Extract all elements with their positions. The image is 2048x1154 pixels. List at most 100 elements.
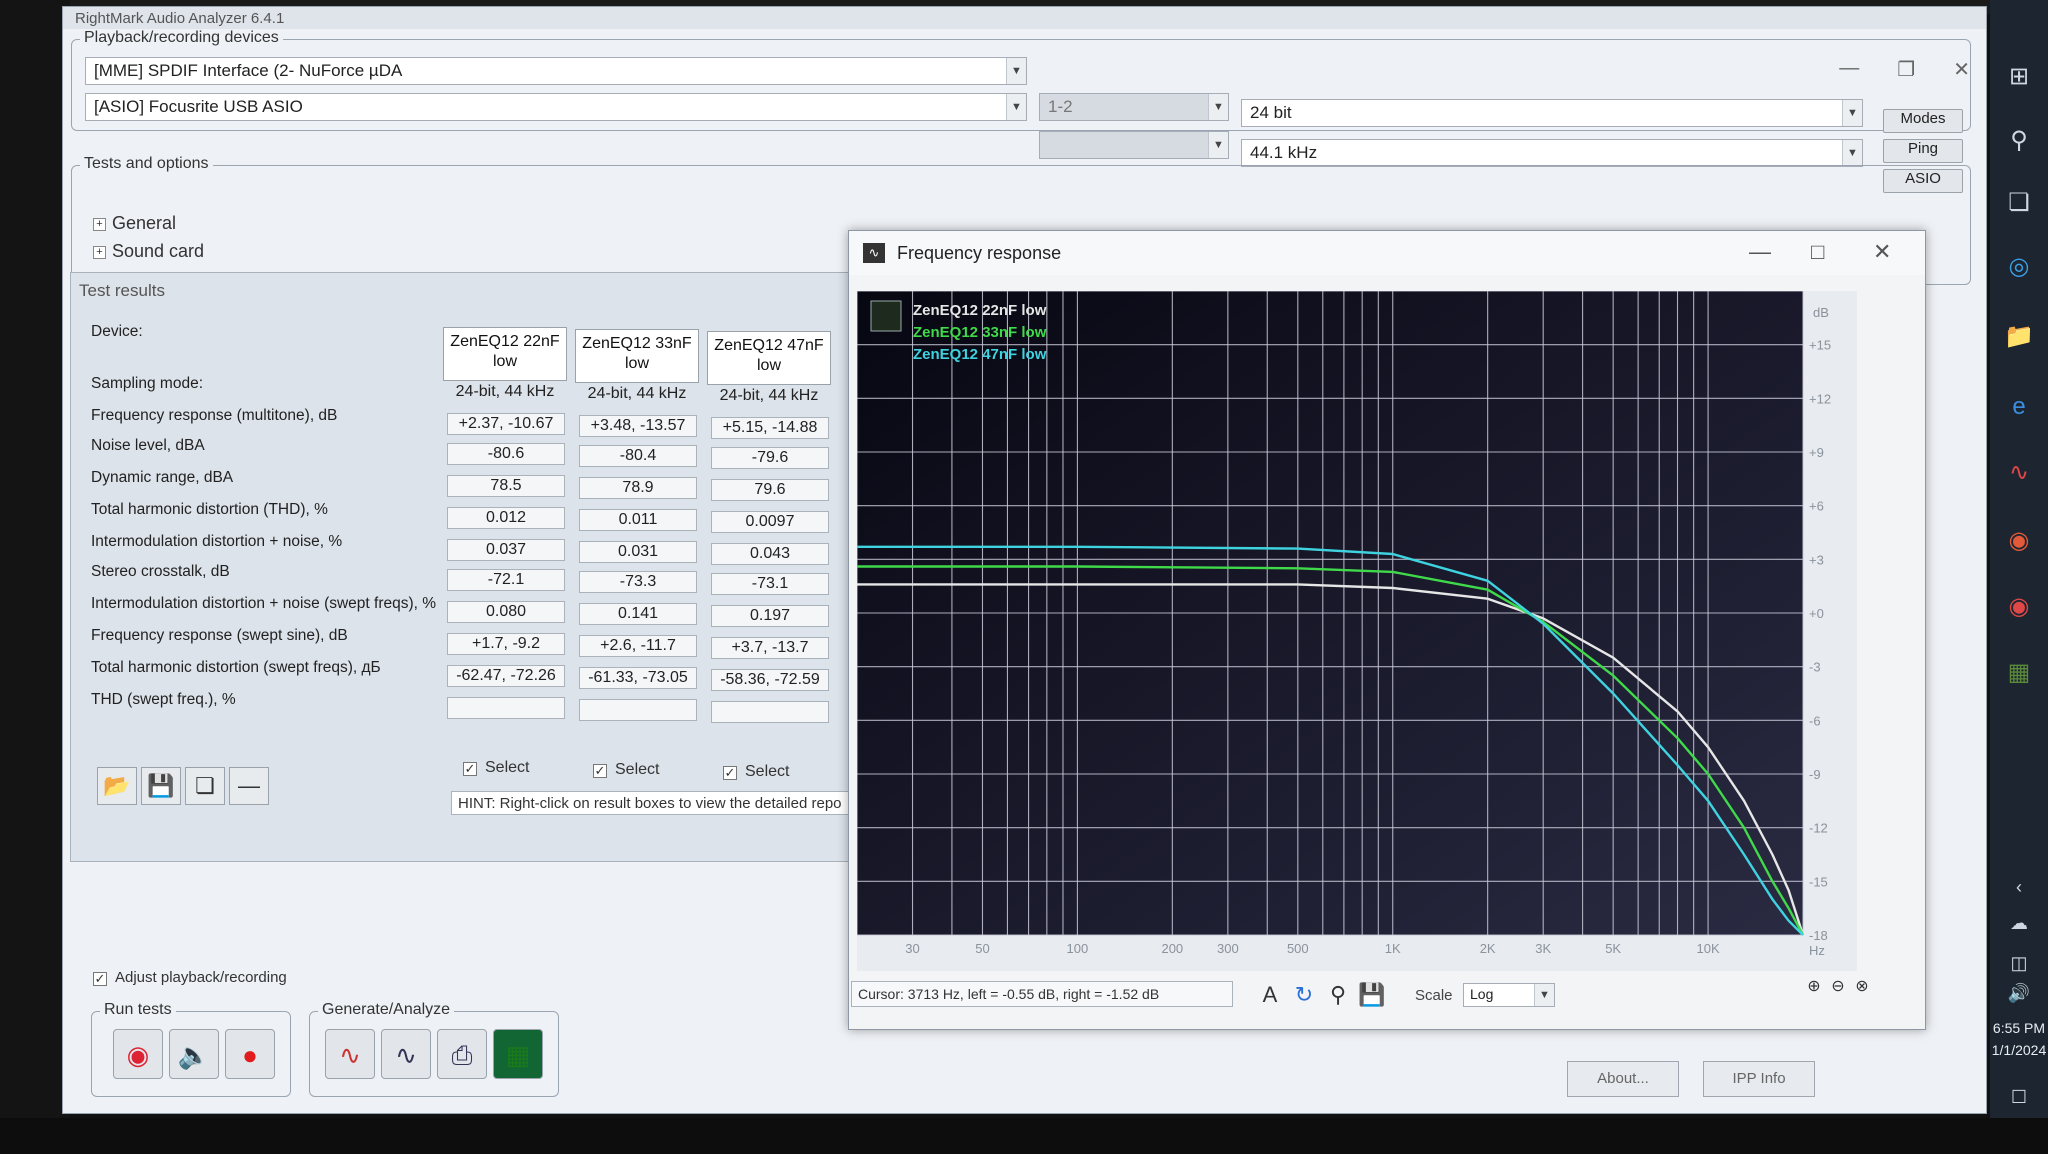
task-view-icon[interactable]: ❏ [2002, 186, 2036, 220]
column-header-47nf[interactable]: ZenEQ12 47nF low [707, 331, 831, 385]
result-cell[interactable]: -62.47, -72.26 [447, 665, 565, 687]
result-cell[interactable]: 0.080 [447, 601, 565, 623]
maximize-icon[interactable]: □ [1811, 239, 1824, 265]
app-icon-2[interactable]: ◉ [2002, 590, 2036, 624]
notification-icon[interactable]: ☐ [2002, 1080, 2036, 1114]
result-cell[interactable]: -79.6 [711, 447, 829, 469]
remove-icon[interactable]: — [229, 767, 269, 805]
column-header-22nf[interactable]: ZenEQ12 22nF low [443, 327, 567, 381]
tree-item-general[interactable]: + General [93, 213, 176, 234]
result-cell[interactable]: 78.5 [447, 475, 565, 497]
file-explorer-icon[interactable]: 📁 [2002, 320, 2036, 354]
test-results-panel: Test results Device: ZenEQ12 22nF low Ze… [70, 272, 871, 862]
result-cell[interactable]: -73.1 [711, 573, 829, 595]
result-cell[interactable]: 0.031 [579, 541, 697, 563]
analyze-signal-button[interactable]: ∿ [381, 1029, 431, 1079]
spectrum-button[interactable]: ▦ [493, 1029, 543, 1079]
result-cell[interactable]: -72.1 [447, 569, 565, 591]
result-cell[interactable]: +2.6, -11.7 [579, 635, 697, 657]
channels-select[interactable]: 1-2 ▼ [1039, 93, 1229, 121]
network-icon[interactable]: ◫ [2002, 946, 2036, 980]
internet-explorer-icon[interactable]: e [2002, 390, 2036, 424]
result-cell[interactable]: 79.6 [711, 479, 829, 501]
select-checkbox-33nf[interactable]: ✓ Select [593, 761, 659, 779]
sample-rate-select[interactable]: 44.1 kHz ▼ [1241, 139, 1863, 167]
result-cell[interactable]: 0.011 [579, 509, 697, 531]
row-label-freq-swept: Frequency response (swept sine), dB [91, 627, 348, 644]
minimize-icon[interactable]: — [1749, 239, 1771, 265]
load-signal-button[interactable]: ⎙ [437, 1029, 487, 1079]
tree-item-sound-card[interactable]: + Sound card [93, 241, 204, 262]
result-cell[interactable]: +5.15, -14.88 [711, 417, 829, 439]
select-label: Select [745, 763, 790, 780]
column-header-33nf[interactable]: ZenEQ12 33nF low [575, 329, 699, 383]
zoom-reset-icon[interactable]: ⊗ [1847, 973, 1877, 1001]
rmaa-taskbar-icon[interactable]: ∿ [2002, 456, 2036, 490]
select-label: Select [615, 761, 660, 778]
run-test-button[interactable]: ◉ [113, 1029, 163, 1079]
result-cell[interactable]: 0.141 [579, 603, 697, 625]
result-cell[interactable]: 0.012 [447, 507, 565, 529]
save-icon[interactable]: 💾 [1357, 981, 1387, 1009]
scale-select[interactable]: Log ▼ [1463, 983, 1555, 1007]
result-cell[interactable]: 0.043 [711, 543, 829, 565]
select-checkbox-22nf[interactable]: ✓ Select [463, 759, 529, 777]
clock-time[interactable]: 6:55 PM [1990, 1020, 2048, 1036]
result-cell[interactable]: +2.37, -10.67 [447, 413, 565, 435]
result-cell[interactable]: -73.3 [579, 571, 697, 593]
result-cell[interactable]: 0.197 [711, 605, 829, 627]
frequency-response-chart[interactable]: +15 +12 +9 +6 +3 +0 -3 -6 -9 -12 -15 -18 dB 30 50 100 20… [857, 291, 1857, 971]
adjust-checkbox[interactable]: ✓ Adjust playback/recording [93, 969, 287, 987]
ipp-info-button[interactable]: IPP Info [1703, 1061, 1815, 1097]
font-icon[interactable]: A [1255, 981, 1285, 1009]
select-checkbox-47nf[interactable]: ✓ Select [723, 763, 789, 781]
tray-icons[interactable]: ☁ [2002, 906, 2036, 940]
app-icon[interactable]: ◉ [2002, 524, 2036, 558]
close-icon[interactable]: ✕ [1873, 239, 1891, 265]
result-cell[interactable]: +3.48, -13.57 [579, 415, 697, 437]
refresh-icon[interactable]: ↻ [1289, 981, 1319, 1009]
open-folder-icon[interactable]: 📂 [97, 767, 137, 805]
result-cell[interactable]: +1.7, -9.2 [447, 633, 565, 655]
channels-select-2[interactable]: ▼ [1039, 131, 1229, 159]
result-cell[interactable]: -80.4 [579, 445, 697, 467]
bit-depth-select[interactable]: 24 bit ▼ [1241, 99, 1863, 127]
clock-date[interactable]: 1/1/2024 [1990, 1042, 2048, 1058]
result-cell[interactable]: -80.6 [447, 443, 565, 465]
recording-device-select[interactable]: [ASIO] Focusrite USB ASIO ▼ [85, 93, 1027, 121]
record-button[interactable]: ● [225, 1029, 275, 1079]
chevron-down-icon: ▼ [1842, 140, 1862, 166]
playback-device-select[interactable]: [MME] SPDIF Interface (2- NuForce µDA ▼ [85, 57, 1027, 85]
volume-icon[interactable]: 🔊 [2002, 976, 2036, 1010]
save-icon[interactable]: 💾 [141, 767, 181, 805]
x-tick-label: 30 [905, 941, 919, 956]
result-cell[interactable]: 0.037 [447, 539, 565, 561]
generate-signal-button[interactable]: ∿ [325, 1029, 375, 1079]
search-icon[interactable]: ⚲ [2002, 124, 2036, 158]
select-label: Select [485, 759, 530, 776]
result-cell[interactable] [447, 697, 565, 719]
x-tick-label: 3K [1535, 941, 1551, 956]
result-cell[interactable] [711, 701, 829, 723]
result-cell[interactable]: -61.33, -73.05 [579, 667, 697, 689]
zoom-icon[interactable]: ⚲ [1323, 981, 1353, 1009]
edge-browser-icon[interactable]: ◎ [2002, 250, 2036, 284]
result-cell[interactable]: 0.0097 [711, 511, 829, 533]
result-cell[interactable]: -58.36, -72.59 [711, 669, 829, 691]
result-cell[interactable] [579, 699, 697, 721]
playback-test-button[interactable]: 🔈 [169, 1029, 219, 1079]
chevron-up-icon[interactable]: ‹ [2002, 870, 2036, 904]
ping-button[interactable]: Ping [1883, 139, 1963, 163]
expand-icon: + [93, 218, 106, 231]
row-label-crosstalk: Stereo crosstalk, dB [91, 563, 230, 580]
about-button[interactable]: About... [1567, 1061, 1679, 1097]
copy-icon[interactable]: ❏ [185, 767, 225, 805]
spectrum-taskbar-icon[interactable]: ▦ [2002, 656, 2036, 690]
result-cell[interactable]: +3.7, -13.7 [711, 637, 829, 659]
modes-button[interactable]: Modes [1883, 109, 1963, 133]
windows-start-icon[interactable]: ⊞ [2002, 60, 2036, 94]
result-cell[interactable]: 78.9 [579, 477, 697, 499]
result-cell: 24-bit, 44 kHz [719, 387, 819, 404]
row-label-imd-swept: Intermodulation distortion + noise (swep… [91, 595, 437, 612]
checkbox-icon: ✓ [723, 765, 737, 780]
